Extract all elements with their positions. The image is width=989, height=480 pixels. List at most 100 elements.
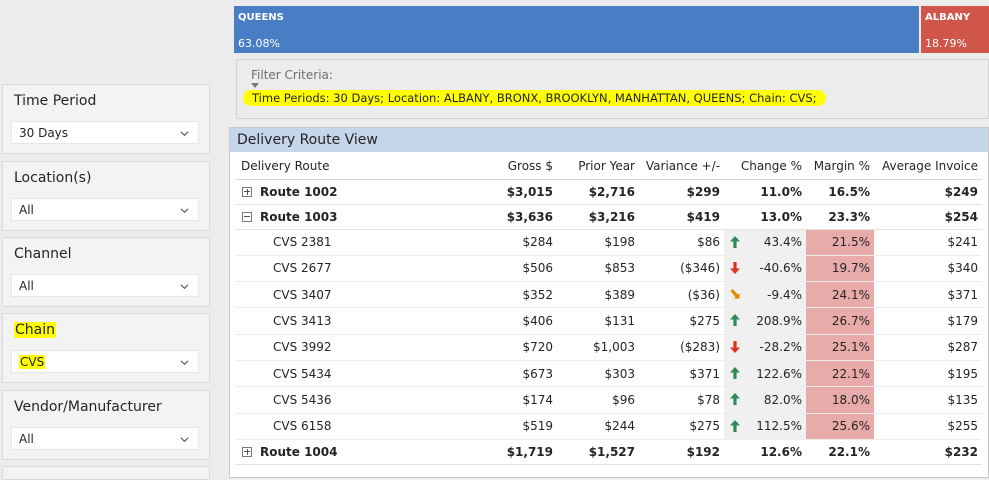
average-invoice-cell: $195: [874, 360, 982, 388]
change-cell: 112.5%: [724, 413, 806, 440]
arrow-down-right-icon: [730, 289, 740, 299]
prior-year-cell: $3,216: [557, 204, 639, 230]
average-invoice-cell: $232: [874, 439, 982, 465]
slicer-vendor-manufacturer: Vendor/Manufacturer All: [2, 390, 210, 460]
filter-criteria-card: Filter Criteria: Time Periods: 30 Days; …: [236, 59, 989, 119]
store-name-cell: CVS 3413: [235, 307, 457, 335]
average-invoice-cell: $371: [874, 281, 982, 309]
margin-cell: 25.1%: [806, 334, 874, 361]
channel-dropdown[interactable]: All: [11, 274, 199, 297]
collapse-icon[interactable]: [242, 211, 252, 222]
prior-year-cell: $303: [557, 360, 639, 388]
column-header[interactable]: Margin %: [806, 153, 874, 180]
prior-year-cell: $131: [557, 307, 639, 335]
column-header[interactable]: Prior Year: [557, 153, 639, 180]
column-header[interactable]: Change %: [724, 153, 806, 180]
variance-cell: $275: [639, 413, 724, 440]
slicer-title: Channel: [14, 246, 72, 262]
table-row[interactable]: CVS 5434 $673 $303 $371 122.6% 22.1% $195: [235, 360, 982, 388]
change-value: -28.2%: [759, 340, 802, 355]
slicer-title: Chain: [14, 322, 56, 338]
change-cell: 11.0%: [724, 179, 806, 205]
change-value: 11.0%: [760, 184, 802, 199]
column-header[interactable]: Delivery Route: [235, 153, 457, 180]
variance-cell: ($346): [639, 255, 724, 283]
table-row[interactable]: CVS 5436 $174 $96 $78 82.0% 18.0% $135: [235, 386, 982, 414]
variance-cell: $192: [639, 439, 724, 465]
caret-down-icon: [251, 83, 259, 88]
margin-cell: 24.1%: [806, 281, 874, 309]
column-header[interactable]: Average Invoice: [874, 153, 982, 180]
treemap-label: QUEENS: [238, 12, 284, 23]
dropdown-value: All: [19, 203, 34, 217]
gross-cell: $352: [457, 281, 557, 309]
table-row[interactable]: CVS 3992 $720 $1,003 ($283) -28.2% 25.1% $287: [235, 334, 982, 361]
gross-cell: $519: [457, 413, 557, 440]
change-value: 208.9%: [756, 314, 802, 329]
change-value: 43.4%: [763, 235, 802, 250]
row-label: CVS 3992: [273, 340, 332, 355]
time-period-dropdown[interactable]: 30 Days: [11, 121, 199, 144]
expand-icon[interactable]: [242, 446, 252, 457]
table-row[interactable]: CVS 2381 $284 $198 $86 43.4% 21.5% $241: [235, 229, 982, 256]
variance-cell: $419: [639, 204, 724, 230]
table-row[interactable]: CVS 3407 $352 $389 ($36) -9.4% 24.1% $371: [235, 281, 982, 309]
table-row[interactable]: CVS 6158 $519 $244 $275 112.5% 25.6% $255: [235, 413, 982, 440]
treemap-value: 63.08%: [238, 37, 280, 50]
slicer-time-period: Time Period 30 Days: [2, 84, 210, 154]
change-value: 112.5%: [756, 419, 802, 434]
arrow-up-icon: [730, 314, 740, 327]
chevron-down-icon: [180, 284, 189, 290]
average-invoice-cell: $241: [874, 229, 982, 256]
table-header-row: Delivery Route Gross $ Prior Year Variance …: [235, 153, 982, 180]
prior-year-cell: $1,003: [557, 334, 639, 361]
store-name-cell: CVS 6158: [235, 413, 457, 440]
chevron-down-icon: [180, 131, 189, 137]
change-value: -9.4%: [767, 287, 802, 302]
route-row[interactable]: Route 1004 $1,719 $1,527 $192 12.6% 22.1% $232: [235, 439, 982, 465]
dropdown-value: All: [19, 432, 34, 446]
store-name-cell: CVS 5436: [235, 386, 457, 414]
vendor-manufacturer-dropdown[interactable]: All: [11, 427, 199, 450]
row-label: CVS 3407: [273, 287, 332, 302]
slicer-channel: Channel All: [2, 237, 210, 307]
treemap-tile-albany[interactable]: ALBANY 18.79%: [921, 6, 989, 53]
table-row[interactable]: CVS 2677 $506 $853 ($346) -40.6% 19.7% $340: [235, 255, 982, 283]
average-invoice-cell: $249: [874, 179, 982, 205]
variance-cell: $299: [639, 179, 724, 205]
column-header[interactable]: Gross $: [457, 153, 557, 180]
prior-year-cell: $244: [557, 413, 639, 440]
table-row[interactable]: CVS 3413 $406 $131 $275 208.9% 26.7% $179: [235, 307, 982, 335]
variance-cell: ($283): [639, 334, 724, 361]
arrow-up-icon: [730, 235, 740, 248]
route-row[interactable]: Route 1003 $3,636 $3,216 $419 13.0% 23.3% $254: [235, 204, 982, 230]
prior-year-cell: $389: [557, 281, 639, 309]
store-name-cell: CVS 2677: [235, 255, 457, 283]
change-value: 122.6%: [756, 366, 802, 381]
delivery-route-matrix: Delivery Route View Delivery Route Gross …: [229, 127, 989, 478]
store-name-cell: CVS 3407: [235, 281, 457, 309]
variance-cell: $78: [639, 386, 724, 414]
expand-icon[interactable]: [242, 186, 252, 197]
treemap-tile-queens[interactable]: QUEENS 63.08%: [234, 6, 919, 53]
arrow-up-icon: [730, 419, 740, 432]
column-header[interactable]: Variance +/-: [639, 153, 724, 180]
change-cell: 13.0%: [724, 204, 806, 230]
gross-cell: $3,636: [457, 204, 557, 230]
row-label: CVS 5434: [273, 366, 332, 381]
slicer-title: Vendor/Manufacturer: [14, 399, 162, 415]
gross-cell: $720: [457, 334, 557, 361]
route-name-cell: Route 1002: [235, 179, 457, 205]
filter-criteria-label: Filter Criteria:: [251, 68, 333, 82]
chevron-down-icon: [180, 208, 189, 214]
change-cell: 122.6%: [724, 360, 806, 388]
gross-cell: $284: [457, 229, 557, 256]
route-row[interactable]: Route 1002 $3,015 $2,716 $299 11.0% 16.5% $249: [235, 179, 982, 205]
change-cell: 82.0%: [724, 386, 806, 414]
margin-cell: 19.7%: [806, 255, 874, 283]
dropdown-value: CVS: [19, 355, 46, 369]
route-name-cell: Route 1004: [235, 439, 457, 465]
chain-dropdown[interactable]: CVS: [11, 350, 199, 373]
location-dropdown[interactable]: All: [11, 198, 199, 221]
arrow-down-icon: [730, 261, 740, 274]
